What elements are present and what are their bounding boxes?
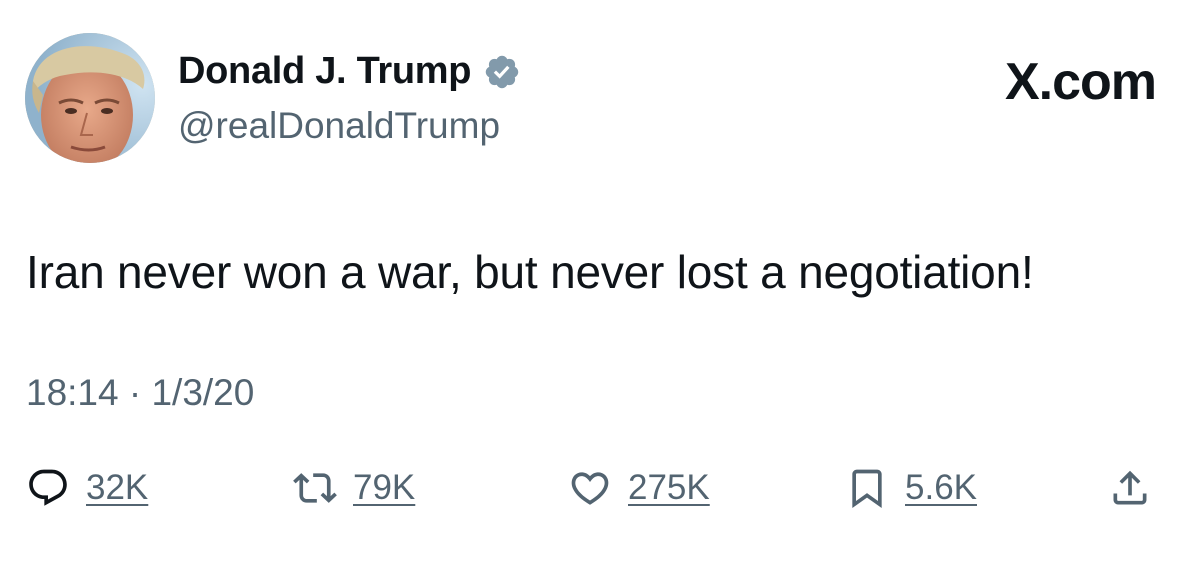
bookmark-count[interactable]: 5.6K [905, 468, 977, 508]
verified-badge-icon[interactable] [483, 53, 521, 91]
brand-logo: X.com [1004, 53, 1157, 111]
user-handle[interactable]: @realDonaldTrump [178, 105, 500, 147]
reply-count[interactable]: 32K [86, 468, 148, 508]
like-count[interactable]: 275K [628, 468, 710, 508]
heart-icon [571, 472, 609, 505]
profile-photo [25, 33, 155, 163]
display-name[interactable]: Donald J. Trump [178, 50, 472, 93]
repost-count[interactable]: 79K [353, 468, 415, 508]
share-icon [1113, 470, 1147, 505]
reply-icon [29, 469, 67, 506]
share-button[interactable] [1108, 460, 1152, 516]
repost-icon [293, 473, 337, 503]
reply-button[interactable]: 32K [26, 460, 148, 516]
bookmark-button[interactable]: 5.6K [845, 460, 977, 516]
display-name-row[interactable]: Donald J. Trump [178, 50, 521, 93]
tweet-timestamp[interactable]: 18:14 · 1/3/20 [26, 372, 254, 414]
like-button[interactable]: 275K [568, 460, 710, 516]
repost-button[interactable]: 79K [293, 460, 415, 516]
bookmark-icon [852, 469, 882, 509]
avatar[interactable] [25, 33, 155, 163]
tweet-text: Iran never won a war, but never lost a n… [26, 246, 1034, 298]
